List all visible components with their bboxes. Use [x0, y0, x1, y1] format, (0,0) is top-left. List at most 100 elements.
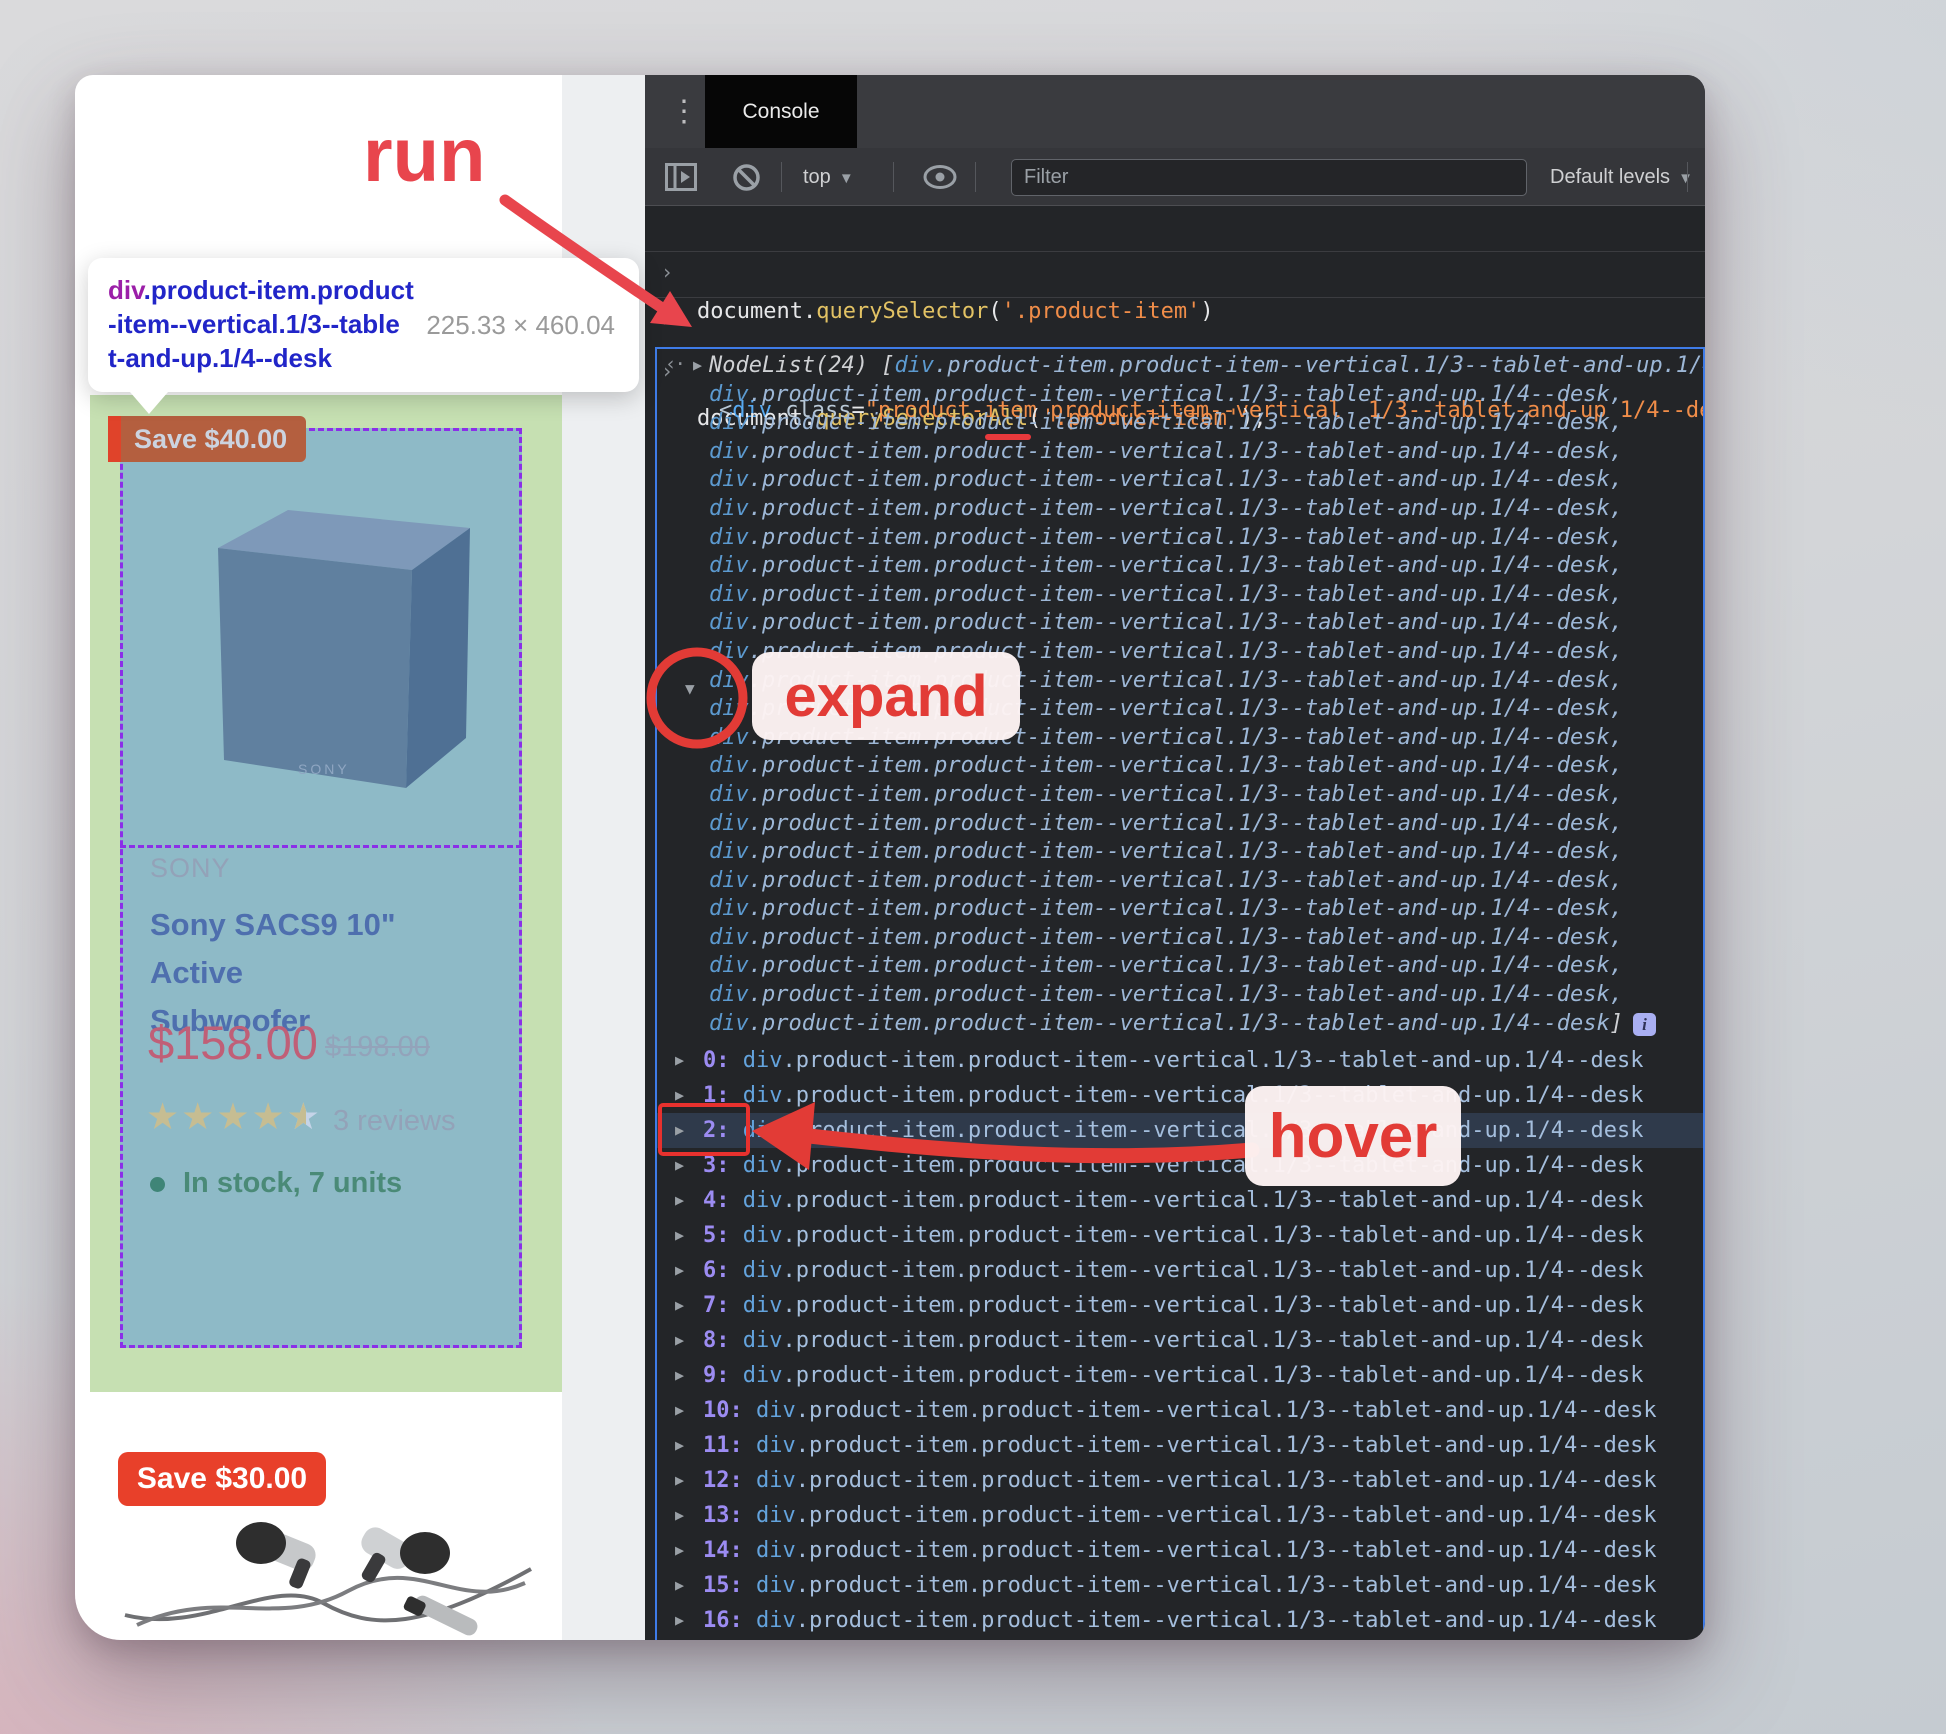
expand-triangle-icon[interactable]: ▶	[675, 1393, 684, 1428]
context-selector[interactable]: top ▼	[803, 148, 854, 208]
nodelist-item-row[interactable]: ▶ 5: div.product-item.product-item--verti…	[657, 1218, 1703, 1253]
badge-edge	[108, 416, 121, 462]
nodelist-preview-line: div.product-item.product-item--vertical.…	[709, 581, 1623, 607]
tooltip-pointer	[130, 392, 168, 414]
nodelist-preview-line: div.product-item.product-item--vertical.…	[709, 953, 1623, 979]
tooltip-dimensions: 225.33 × 460.04	[426, 310, 615, 340]
annotation-hover-label: hover	[1245, 1086, 1461, 1186]
expand-triangle-icon[interactable]: ▶	[675, 1498, 684, 1533]
nodelist-expanded-items: ▶ 0: div.product-item.product-item--verti…	[657, 1043, 1703, 1638]
discount-badge-top-label: Save $40.00	[134, 424, 288, 454]
console-command-queryselectorall[interactable]: › document.querySelectorAll('.product-it…	[645, 299, 1705, 431]
return-value-icon: ‹·	[665, 353, 686, 375]
toolbar-divider	[893, 162, 894, 192]
nodelist-preview-line: div.product-item.product-item--vertical.…	[709, 839, 1623, 865]
tab-console[interactable]: Console	[705, 75, 857, 148]
nodelist-item-row[interactable]: ▶ 6: div.product-item.product-item--verti…	[657, 1253, 1703, 1288]
in-stock-dot-icon	[150, 1177, 165, 1192]
tooltip-selector-line1: div.product-item.product	[108, 275, 414, 305]
live-expression-eye-icon[interactable]	[923, 165, 957, 189]
subwoofer-product-image[interactable]: SONY	[170, 470, 500, 820]
log-level-selector[interactable]: Default levels ▼	[1550, 148, 1693, 208]
kebab-menu-icon[interactable]: ⋮	[669, 75, 699, 148]
expand-triangle-icon[interactable]: ▶	[675, 1043, 684, 1078]
expand-triangle-icon[interactable]: ▶	[675, 1603, 684, 1638]
star-icon: ★	[181, 1096, 217, 1137]
console-output: › document.querySelector('.product-item'…	[645, 206, 1705, 1640]
nodelist-item-row[interactable]: ▶ 3: div.product-item.product-item--verti…	[657, 1148, 1703, 1183]
nodelist-item-row[interactable]: ▶ 7: div.product-item.product-item--verti…	[657, 1288, 1703, 1323]
nodelist-preview-line: div.product-item.product-item--vertical.…	[709, 467, 1623, 493]
expand-triangle-icon[interactable]: ▶	[675, 1568, 684, 1603]
discount-badge-bottom: Save $30.00	[118, 1452, 326, 1506]
tooltip-selector-line3: t-and-up.1/4--desk	[108, 343, 332, 373]
expand-triangle-icon[interactable]: ▶	[675, 1218, 684, 1253]
nodelist-item-row[interactable]: ▶ 4: div.product-item.product-item--verti…	[657, 1183, 1703, 1218]
nodelist-preview-line: div.product-item.product-item--vertical.…	[709, 753, 1623, 779]
expand-triangle-icon[interactable]: ▶	[675, 1253, 684, 1288]
expand-triangle-icon[interactable]: ▶	[675, 1183, 684, 1218]
collapse-triangle-icon[interactable]: ▼	[685, 679, 695, 698]
earbuds-product-image[interactable]	[113, 1517, 543, 1640]
sale-price: $158.00	[148, 1016, 318, 1069]
nodelist-item-row[interactable]: ▶ 11: div.product-item.product-item--vert…	[657, 1428, 1703, 1463]
nodelist-preview-line: div.product-item.product-item--vertical.…	[709, 924, 1623, 950]
discount-badge-top: Save $40.00	[108, 416, 306, 462]
nodelist-item-row[interactable]: ▶ 13: div.product-item.product-item--vert…	[657, 1498, 1703, 1533]
nodelist-item-row[interactable]: ▶ 1: div.product-item.product-item--verti…	[657, 1078, 1703, 1113]
chevron-down-icon: ▼	[838, 170, 854, 187]
nodelist-preview-line: div.product-item.product-item--vertical.…	[709, 982, 1623, 1008]
console-result-element[interactable]: ‹· ▶ <div class="product-item product-it…	[645, 253, 1705, 423]
nodelist-item-row[interactable]: ▶ 12: div.product-item.product-item--vert…	[657, 1463, 1703, 1498]
nodelist-preview-line: div.product-item.product-item--vertical.…	[709, 381, 1623, 407]
nodelist-preview-line: div.product-item.product-item--vertical.…	[709, 438, 1623, 464]
nodelist-preview-line: div.product-item.product-item--vertical.…	[709, 867, 1623, 893]
star-icon: ★	[216, 1096, 252, 1137]
nodelist-item-row[interactable]: ▶ 15: div.product-item.product-item--vert…	[657, 1568, 1703, 1603]
nodelist-item-row[interactable]: ▶ 8: div.product-item.product-item--verti…	[657, 1323, 1703, 1358]
annotation-expand-label: expand	[752, 652, 1020, 740]
expand-triangle-icon[interactable]: ▶	[675, 1288, 684, 1323]
stock-status: In stock, 7 units	[150, 1167, 402, 1200]
nodelist-result-block[interactable]: ‹· ▼ NodeList(24) [div.product-item.prod…	[655, 347, 1705, 1640]
devtools-console-panel: ⋮ Console top ▼ Filter Default levels ▼ …	[645, 75, 1705, 1640]
nodelist-item-row[interactable]: ▶ 2: div.product-item.product-item--verti…	[657, 1113, 1703, 1148]
chevron-down-icon: ▼	[1678, 170, 1693, 187]
expand-triangle-icon[interactable]: ▶	[675, 1463, 684, 1498]
toolbar-divider	[975, 162, 976, 192]
nodelist-preview-line: div.product-item.product-item--vertical.…	[709, 896, 1623, 922]
nodelist-preview-line: div.product-item.product-item--vertical.…	[709, 524, 1623, 550]
nodelist-item-row[interactable]: ▶ 0: div.product-item.product-item--verti…	[657, 1043, 1703, 1078]
browser-window: Save $40.00 SONY SONY Sony SACS9 10" Act…	[75, 75, 1705, 1640]
expand-triangle-icon[interactable]: ▶	[675, 1323, 684, 1358]
reviews-link[interactable]: 3 reviews	[333, 1105, 456, 1138]
console-command-queryselector[interactable]: › document.querySelector('.product-item'…	[645, 212, 1705, 324]
tooltip-tag: div	[108, 275, 144, 305]
nodelist-preview-line: div.product-item.product-item--vertical.…	[709, 810, 1623, 836]
nodelist-item-row[interactable]: ▶ 14: div.product-item.product-item--vert…	[657, 1533, 1703, 1568]
nodelist-preview-line: div.product-item.product-item--vertical.…	[709, 1010, 1703, 1039]
star-icon: ★	[146, 1096, 182, 1137]
filter-input[interactable]	[1011, 159, 1527, 196]
console-toolbar: top▼ Default levels▼	[645, 148, 1705, 206]
product-brand: SONY	[150, 853, 231, 883]
nodelist-preview-line: div.product-item.product-item--vertical.…	[709, 610, 1623, 636]
annotation-red-box	[658, 1103, 750, 1156]
nodelist-item-row[interactable]: ▶ 9: div.product-item.product-item--verti…	[657, 1358, 1703, 1393]
info-icon[interactable]: i	[1632, 1012, 1656, 1036]
expand-triangle-icon[interactable]: ▶	[675, 1428, 684, 1463]
original-price: $198.00	[325, 1031, 430, 1063]
nodelist-preview-line: div.product-item.product-item--vertical.…	[709, 495, 1623, 521]
nodelist-preview-line: div.product-item.product-item--vertical.…	[709, 410, 1623, 436]
rating-stars: ★★★★★ ★	[146, 1095, 322, 1138]
expand-triangle-icon[interactable]: ▶	[675, 1533, 684, 1568]
screenshot-stage: Save $40.00 SONY SONY Sony SACS9 10" Act…	[0, 0, 1946, 1734]
console-sidebar-icon[interactable]	[665, 163, 697, 191]
inspect-tooltip: div.product-item.product -item--vertical…	[88, 258, 639, 414]
nodelist-item-row[interactable]: ▶ 16: div.product-item.product-item--vert…	[657, 1603, 1703, 1638]
clear-console-icon[interactable]	[733, 164, 760, 191]
toolbar-divider	[1687, 162, 1688, 192]
annotation-run-label: run	[363, 113, 486, 198]
nodelist-item-row[interactable]: ▶ 10: div.product-item.product-item--vert…	[657, 1393, 1703, 1428]
expand-triangle-icon[interactable]: ▶	[675, 1358, 684, 1393]
